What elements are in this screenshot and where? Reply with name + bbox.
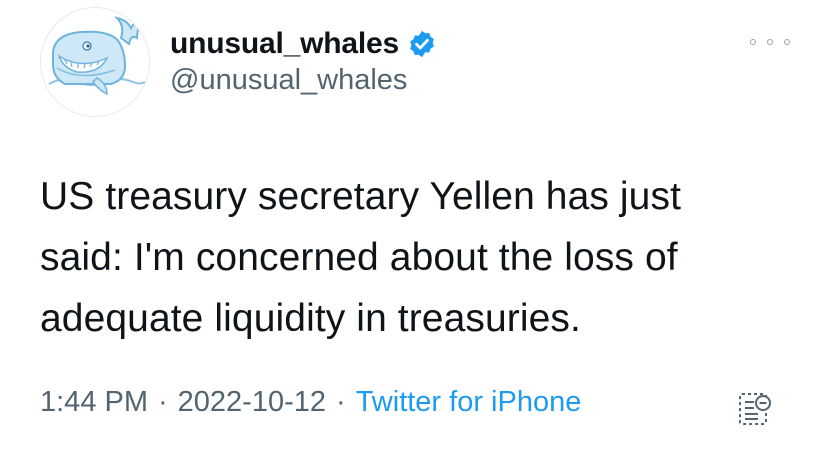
more-dot-icon	[767, 39, 773, 45]
tweet-time[interactable]: 1:44 PM	[40, 386, 148, 419]
meta-separator: ·	[158, 386, 168, 418]
tweet-source-link[interactable]: Twitter for iPhone	[356, 386, 582, 419]
author-display-name[interactable]: unusual_whales	[170, 27, 399, 61]
tweet-card: unusual_whales @unusual_whales US treasu…	[0, 0, 828, 451]
tweet-text: US treasury secretary Yellen has just sa…	[40, 175, 682, 340]
whale-logo-icon	[47, 16, 149, 116]
verified-badge-icon	[407, 29, 437, 59]
tweet-date[interactable]: 2022-10-12	[178, 386, 326, 419]
tweet-meta: 1:44 PM · 2022-10-12 · Twitter for iPhon…	[40, 386, 581, 419]
avatar[interactable]	[40, 7, 150, 117]
author-handle[interactable]: @unusual_whales	[170, 64, 407, 97]
author-name-row[interactable]: unusual_whales	[170, 24, 437, 64]
more-dot-icon	[784, 39, 790, 45]
more-dot-icon	[750, 39, 756, 45]
more-options-button[interactable]	[750, 32, 790, 52]
tweet-activity-icon[interactable]	[738, 392, 772, 426]
meta-separator: ·	[336, 386, 346, 418]
